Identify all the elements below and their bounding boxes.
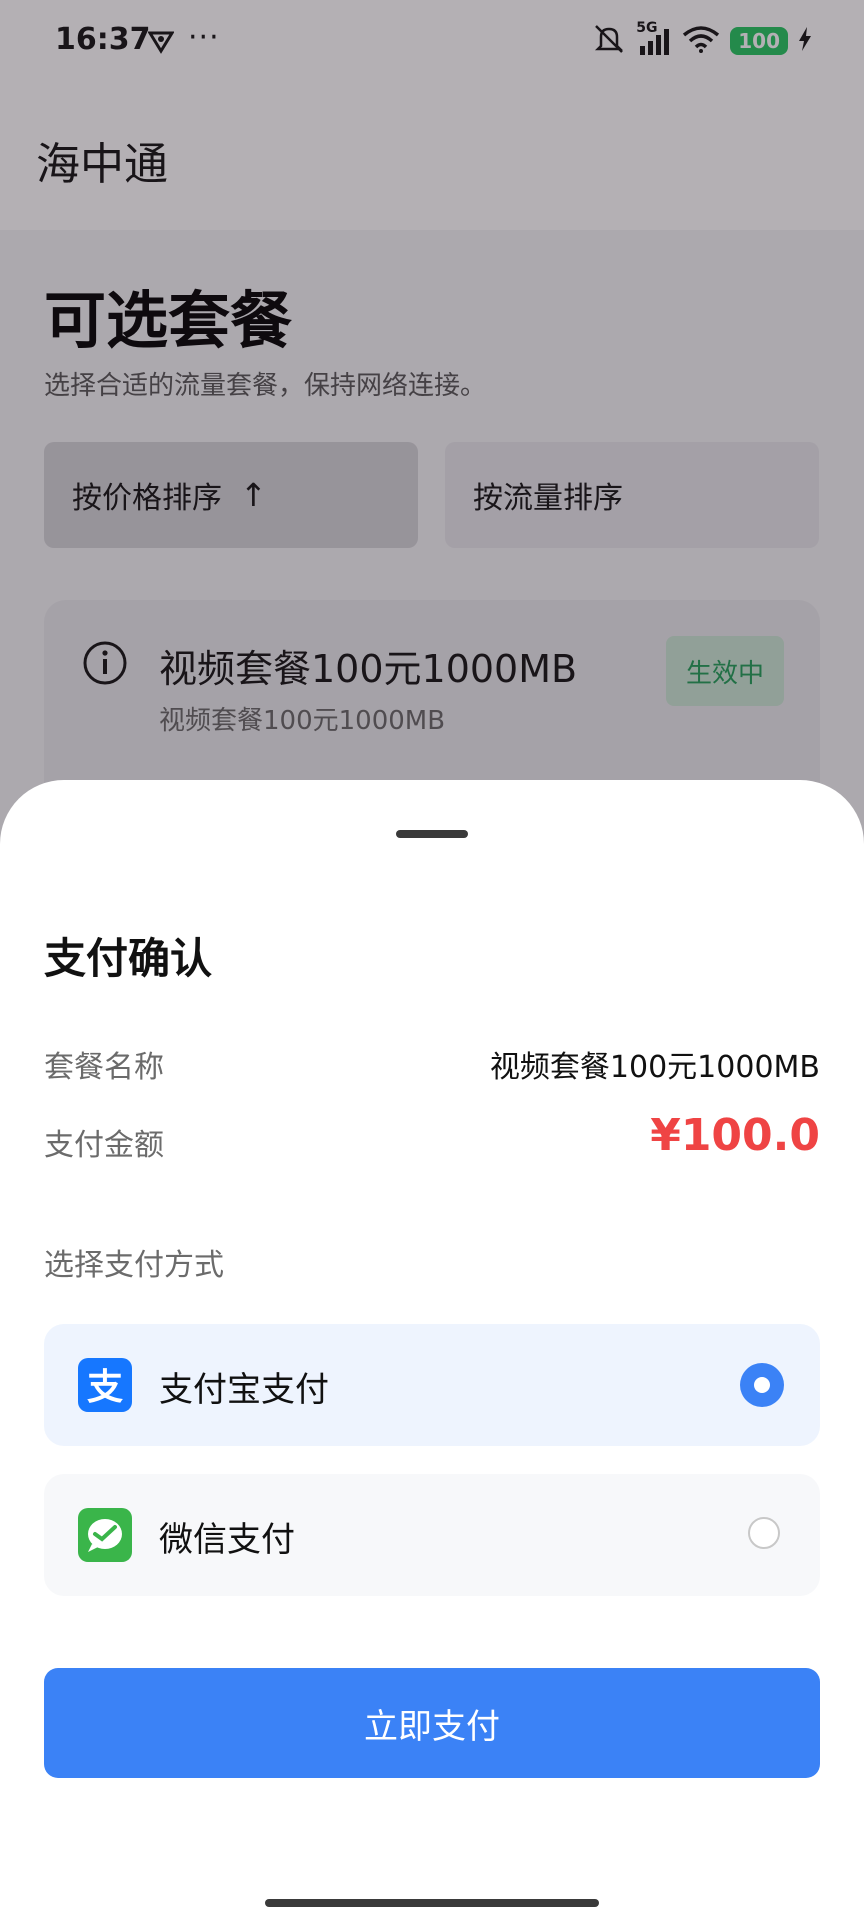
alipay-icon: 支 [78, 1358, 132, 1412]
payment-option-alipay[interactable]: 支 支付宝支付 [44, 1324, 820, 1446]
payment-option-wechat[interactable]: 微信支付 [44, 1474, 820, 1596]
home-indicator[interactable] [265, 1899, 599, 1907]
payment-option-label: 支付宝支付 [159, 1370, 329, 1410]
amount-label: 支付金额 [44, 1128, 164, 1163]
radio-selected[interactable] [740, 1363, 784, 1407]
svg-text:支: 支 [87, 1367, 123, 1408]
drag-handle[interactable] [396, 830, 468, 838]
sheet-title: 支付确认 [44, 934, 213, 983]
package-name-label: 套餐名称 [44, 1050, 164, 1085]
amount-value: ¥100.0 [650, 1110, 820, 1161]
payment-method-label: 选择支付方式 [44, 1248, 224, 1283]
payment-confirm-sheet: 支付确认 套餐名称 视频套餐100元1000MB 支付金额 ¥100.0 选择支… [0, 780, 864, 1920]
payment-option-label: 微信支付 [159, 1520, 295, 1560]
wechat-pay-icon [78, 1508, 132, 1562]
pay-now-button[interactable]: 立即支付 [44, 1668, 820, 1778]
package-name-value: 视频套餐100元1000MB [489, 1050, 820, 1085]
radio-unselected[interactable] [748, 1517, 780, 1549]
